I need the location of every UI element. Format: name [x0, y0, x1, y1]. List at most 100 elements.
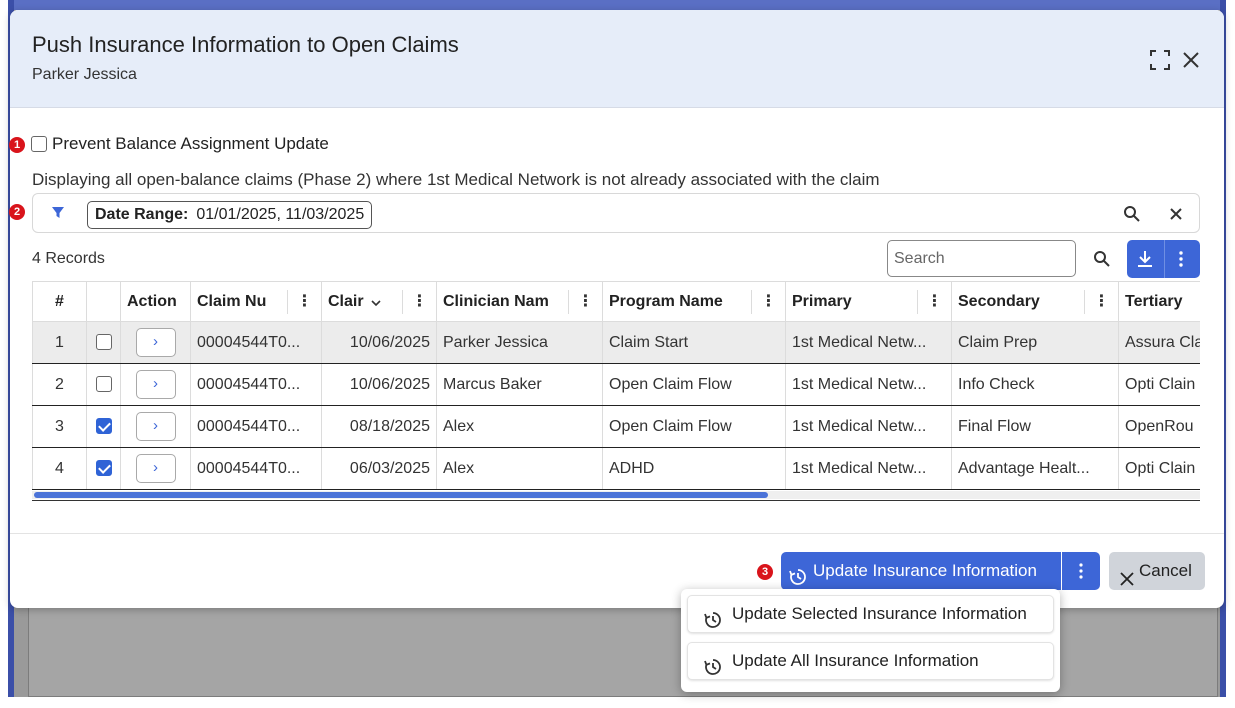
sort-chevron-icon[interactable] — [370, 296, 382, 314]
prevent-balance-checkbox[interactable] — [31, 136, 47, 152]
cell-tertiary: Opti Clain — [1118, 447, 1200, 490]
menu-item-label: Update Selected Insurance Information — [732, 604, 1027, 623]
cell-claim-date: 06/03/2025 — [321, 447, 437, 490]
col-header-secondary-label: Secondary — [958, 292, 1040, 310]
update-insurance-label: Update Insurance Information — [813, 561, 1037, 580]
cell-claim-date: 10/06/2025 — [321, 363, 437, 406]
cancel-label: Cancel — [1139, 561, 1192, 580]
step-marker-1: 1 — [9, 137, 25, 153]
menu-item-label: Update All Insurance Information — [732, 651, 979, 670]
row-select-checkbox[interactable] — [95, 376, 112, 393]
col-header-tertiary[interactable]: Tertiary — [1118, 281, 1200, 322]
update-options-menu: Update Selected Insurance Information Up… — [681, 589, 1060, 692]
scrollbar-thumb[interactable] — [34, 492, 768, 498]
filter-pill-label: Date Range: — [95, 206, 189, 223]
table-row[interactable]: 1 › 00004544T0... 10/06/2025 Parker Jess… — [32, 321, 1200, 364]
update-insurance-button[interactable]: Update Insurance Information — [781, 552, 1061, 590]
filter-icon[interactable] — [51, 206, 65, 225]
step-marker-3: 3 — [757, 564, 773, 580]
claims-table: # Action Claim Nu ⋮ Clair ⋮ Clinician Nam ⋮… — [32, 281, 1200, 501]
cell-program: Claim Start — [602, 321, 786, 364]
col-header-claim-number-label: Claim Nu — [197, 292, 267, 310]
table-row[interactable]: 4 › 00004544T0... 06/03/2025 Alex ADHD 1… — [32, 447, 1200, 490]
date-range-filter-pill[interactable]: Date Range: 01/01/2025, 11/03/2025 — [87, 201, 373, 229]
col-header-secondary[interactable]: Secondary ⋮ — [951, 281, 1119, 322]
download-icon[interactable] — [1135, 249, 1155, 274]
close-icon[interactable] — [1179, 48, 1203, 72]
table-horizontal-scrollbar[interactable] — [32, 491, 1200, 499]
history-icon — [704, 606, 722, 628]
info-text: Displaying all open-balance claims (Phas… — [32, 170, 880, 189]
close-icon — [1119, 563, 1135, 601]
row-select-checkbox[interactable] — [95, 460, 112, 477]
prevent-balance-label: Prevent Balance Assignment Update — [52, 134, 329, 153]
update-options-button[interactable] — [1062, 552, 1100, 590]
maximize-icon[interactable] — [1148, 48, 1172, 72]
row-select-checkbox[interactable] — [95, 334, 112, 351]
table-row[interactable]: 2 › 00004544T0... 10/06/2025 Marcus Bake… — [32, 363, 1200, 406]
row-action-button[interactable]: › — [135, 454, 176, 483]
cell-primary: 1st Medical Netw... — [785, 321, 952, 364]
cell-secondary: Advantage Healt... — [951, 447, 1119, 490]
col-header-clinician-label: Clinician Nam — [443, 292, 549, 310]
table-search-icon[interactable] — [1093, 250, 1111, 273]
filter-pill-value: 01/01/2025, 11/03/2025 — [196, 206, 365, 223]
column-menu-icon[interactable]: ⋮ — [917, 290, 951, 314]
col-header-claim-number[interactable]: Claim Nu ⋮ — [190, 281, 322, 322]
cell-clinician: Alex — [436, 405, 603, 448]
row-select-checkbox[interactable] — [95, 418, 112, 435]
search-icon[interactable] — [1123, 205, 1141, 228]
column-menu-icon[interactable]: ⋮ — [1084, 290, 1118, 314]
row-action-button[interactable]: › — [135, 370, 176, 399]
cell-claim-number: 00004544T0... — [190, 447, 322, 490]
clear-filter-icon[interactable] — [1168, 206, 1184, 227]
cell-clinician: Marcus Baker — [436, 363, 603, 406]
cell-primary: 1st Medical Netw... — [785, 405, 952, 448]
dialog-header: Push Insurance Information to Open Claim… — [10, 10, 1224, 108]
more-options-icon[interactable] — [1171, 249, 1191, 274]
cell-secondary: Claim Prep — [951, 321, 1119, 364]
push-insurance-dialog: Push Insurance Information to Open Claim… — [9, 10, 1224, 608]
col-header-action: Action — [120, 281, 191, 322]
cell-claim-number: 00004544T0... — [190, 363, 322, 406]
records-count: 4 Records — [32, 250, 105, 267]
menu-item-update-all[interactable]: Update All Insurance Information — [687, 642, 1054, 680]
cell-secondary: Info Check — [951, 363, 1119, 406]
table-row[interactable]: 3 › 00004544T0... 08/18/2025 Alex Open C… — [32, 405, 1200, 448]
cell-program: Open Claim Flow — [602, 405, 786, 448]
cell-claim-date: 08/18/2025 — [321, 405, 437, 448]
col-header-clinician[interactable]: Clinician Nam ⋮ — [436, 281, 603, 322]
col-header-index: # — [32, 281, 87, 322]
cell-program: ADHD — [602, 447, 786, 490]
cell-program: Open Claim Flow — [602, 363, 786, 406]
cell-claim-number: 00004544T0... — [190, 405, 322, 448]
dialog-subtitle: Parker Jessica — [32, 66, 137, 83]
export-button-group — [1127, 240, 1200, 278]
column-menu-icon[interactable]: ⋮ — [568, 290, 602, 314]
cell-clinician: Alex — [436, 447, 603, 490]
more-options-icon — [1079, 563, 1083, 579]
cell-primary: 1st Medical Netw... — [785, 363, 952, 406]
row-index: 3 — [32, 405, 87, 448]
menu-item-update-selected[interactable]: Update Selected Insurance Information — [687, 595, 1054, 633]
column-menu-icon[interactable]: ⋮ — [402, 290, 436, 314]
col-header-program[interactable]: Program Name ⋮ — [602, 281, 786, 322]
col-header-claim-date[interactable]: Clair ⋮ — [321, 281, 437, 322]
footer-divider — [10, 533, 1224, 534]
col-header-select — [86, 281, 121, 322]
col-header-primary-label: Primary — [792, 292, 852, 310]
row-index: 1 — [32, 321, 87, 364]
table-search-input[interactable] — [887, 240, 1076, 277]
row-action-button[interactable]: › — [135, 412, 176, 441]
column-menu-icon[interactable]: ⋮ — [751, 290, 785, 314]
col-header-program-label: Program Name — [609, 292, 723, 310]
column-menu-icon[interactable]: ⋮ — [287, 290, 321, 314]
col-header-primary[interactable]: Primary ⋮ — [785, 281, 952, 322]
cell-tertiary: Assura Cla — [1118, 321, 1200, 364]
cancel-button[interactable]: Cancel — [1109, 552, 1205, 590]
cell-tertiary: Opti Clain — [1118, 363, 1200, 406]
row-index: 4 — [32, 447, 87, 490]
dialog-title: Push Insurance Information to Open Claim… — [32, 32, 459, 57]
col-header-claim-date-label: Clair — [328, 292, 364, 310]
row-action-button[interactable]: › — [135, 328, 176, 357]
